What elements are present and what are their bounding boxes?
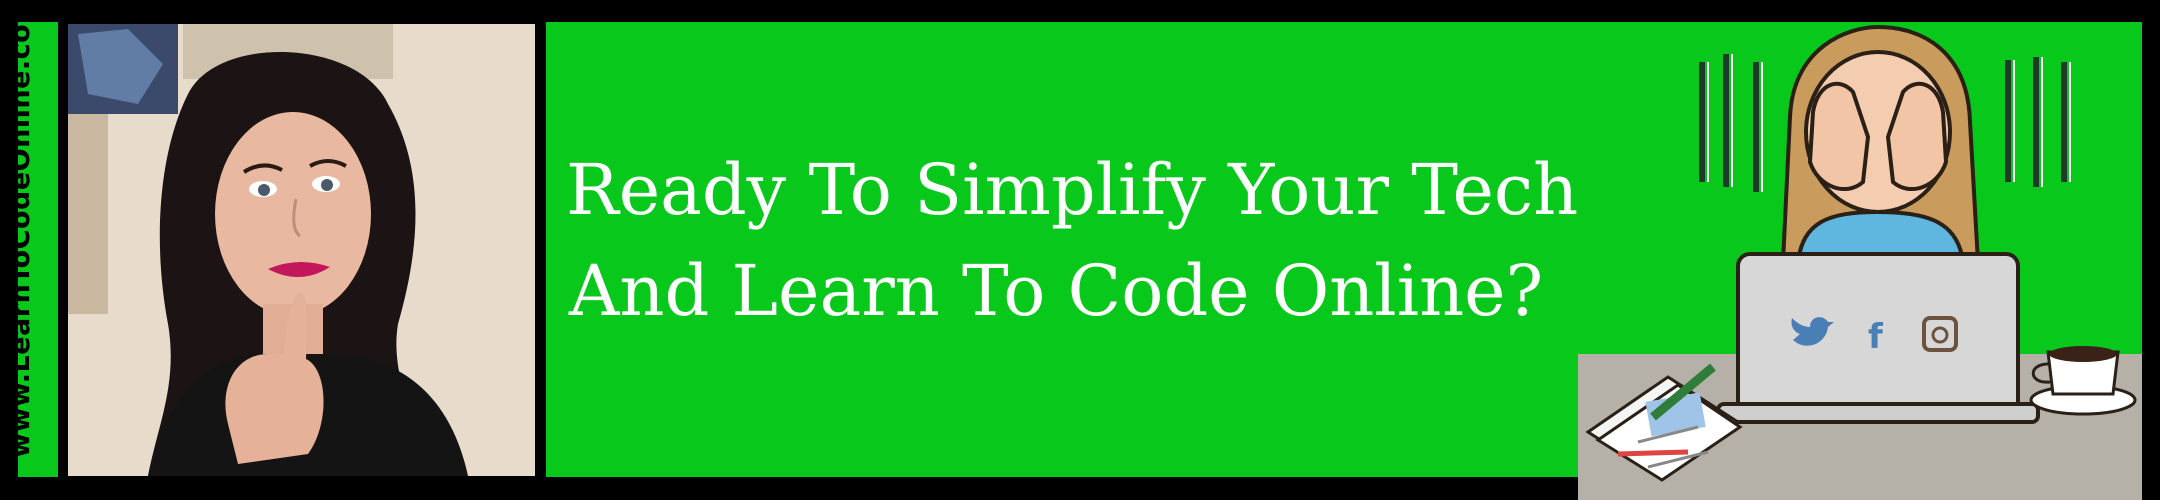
frustrated-coder-illustration: f <box>1578 22 2142 500</box>
headline: Ready To Simplify Your Tech And Learn To… <box>566 140 1579 342</box>
svg-text:f: f <box>1868 317 1884 357</box>
banner: www.LearnToCodeOnline.com Ready To Simpl… <box>0 0 2160 500</box>
presenter-illustration <box>68 24 535 476</box>
website-url[interactable]: www.LearnToCodeOnline.com <box>0 0 40 458</box>
headline-line-1: Ready To Simplify Your Tech <box>566 149 1579 231</box>
facebook-icon: f <box>1868 317 1884 357</box>
headline-line-2: And Learn To Code Online? <box>568 249 1544 332</box>
presenter-photo <box>68 24 535 476</box>
